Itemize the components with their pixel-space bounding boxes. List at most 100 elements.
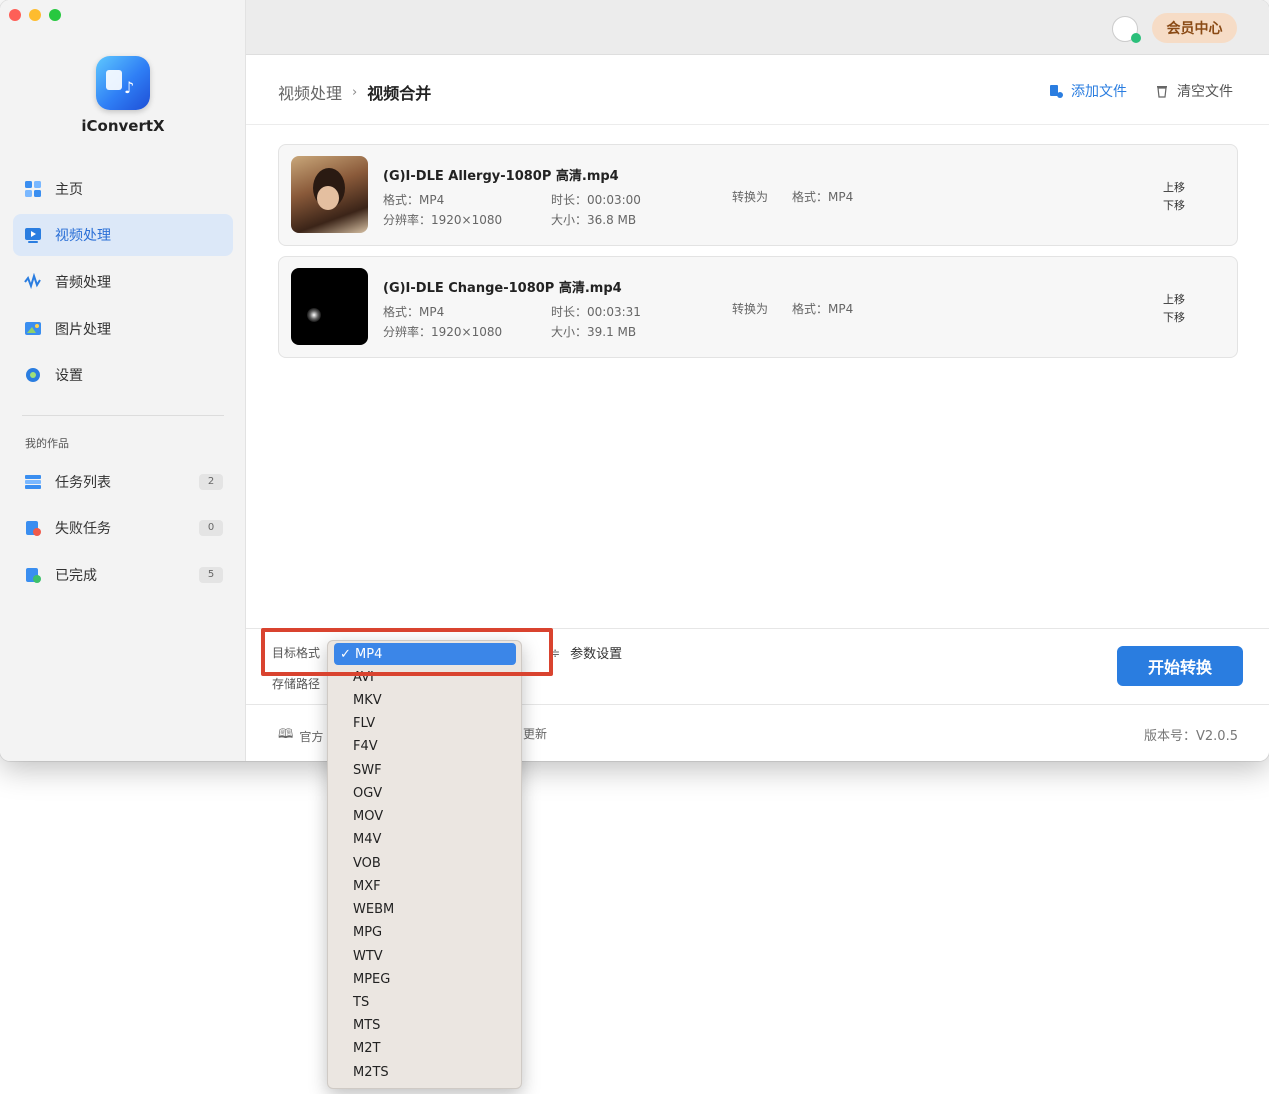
page-title: 视频合并 bbox=[367, 84, 432, 103]
storage-path-label: 存储路径 bbox=[272, 677, 321, 691]
breadcrumb-parent[interactable]: 视频处理 bbox=[278, 80, 342, 104]
dropdown-option[interactable]: F4V bbox=[353, 739, 378, 754]
official-link[interactable]: 🕮 官方 bbox=[278, 725, 323, 747]
dropdown-option[interactable]: MPEG bbox=[353, 972, 390, 987]
trash-icon bbox=[1157, 86, 1167, 98]
format-dropdown-menu: ✓ MP4 AVI MKV FLV F4V SWF OGV MOV M4V VO… bbox=[327, 640, 522, 1089]
window-controls bbox=[9, 9, 61, 21]
member-center-button[interactable]: 会员中心 bbox=[1152, 13, 1237, 43]
page-header: 视频处理 › 视频合并 添加文件 清空文件 bbox=[246, 55, 1269, 125]
dropdown-option[interactable]: VOB bbox=[353, 856, 381, 871]
file-name: (G)I-DLE Change-1080P 高清.mp4 bbox=[383, 281, 622, 296]
sidebar-item-failed-tasks[interactable]: 失败任务 0 bbox=[13, 507, 233, 549]
dropdown-option[interactable]: M2TS bbox=[353, 1065, 389, 1080]
app-logo-icon bbox=[96, 56, 150, 110]
video-processing-icon bbox=[23, 225, 43, 245]
zoom-window-button[interactable] bbox=[49, 9, 61, 21]
dropdown-option[interactable]: SWF bbox=[353, 763, 382, 778]
start-convert-button[interactable]: 开始转换 bbox=[1117, 646, 1243, 686]
failed-task-icon bbox=[23, 518, 43, 538]
target-format-label: 目标格式 bbox=[272, 646, 321, 660]
param-settings-label: 参数设置 bbox=[570, 647, 623, 662]
file-format: 格式：MP4 bbox=[383, 305, 445, 319]
clear-files-label: 清空文件 bbox=[1177, 84, 1233, 100]
file-card: (G)I-DLE Change-1080P 高清.mp4 格式：MP4 时长：0… bbox=[278, 256, 1238, 358]
dropdown-option[interactable]: AVI bbox=[353, 670, 374, 685]
dropdown-option[interactable]: MXF bbox=[353, 879, 381, 894]
dropdown-option[interactable]: MKV bbox=[353, 693, 382, 708]
book-icon: 🕮 bbox=[278, 727, 294, 742]
task-count-badge: 2 bbox=[199, 474, 223, 490]
app-name: iConvertX bbox=[81, 117, 165, 135]
video-thumbnail bbox=[291, 268, 368, 345]
dropdown-option[interactable]: M4V bbox=[353, 832, 381, 847]
file-duration: 时长：00:03:31 bbox=[551, 305, 641, 319]
add-files-button[interactable]: 添加文件 bbox=[1049, 81, 1127, 101]
sidebar-item-label: 任务列表 bbox=[55, 475, 111, 491]
sidebar-item-label: 失败任务 bbox=[55, 521, 111, 537]
dropdown-option[interactable]: WTV bbox=[353, 949, 383, 964]
file-duration: 时长：00:03:00 bbox=[551, 193, 641, 207]
add-files-label: 添加文件 bbox=[1071, 84, 1127, 100]
home-icon bbox=[23, 179, 43, 199]
file-card: (G)I-DLE Allergy-1080P 高清.mp4 格式：MP4 时长：… bbox=[278, 144, 1238, 246]
dropdown-option[interactable]: MOV bbox=[353, 809, 383, 824]
user-avatar[interactable] bbox=[1112, 16, 1141, 43]
sidebar-item-video-processing[interactable]: 视频处理 bbox=[13, 214, 233, 256]
target-format[interactable]: 格式：MP4 bbox=[792, 188, 853, 205]
add-file-icon bbox=[1050, 85, 1063, 98]
convert-to-label: 转换为 bbox=[732, 302, 769, 316]
sidebar-item-image-processing[interactable]: 图片处理 bbox=[13, 308, 233, 350]
dropdown-option[interactable]: OGV bbox=[353, 786, 382, 801]
sidebar: iConvertX 主页 视频处理 音频处理 图片处理 bbox=[0, 0, 246, 761]
file-size: 大小：39.1 MB bbox=[551, 325, 637, 339]
dropdown-option[interactable]: TS bbox=[353, 995, 369, 1010]
sliders-icon: ≑ bbox=[550, 645, 561, 660]
failed-count-badge: 0 bbox=[199, 520, 223, 536]
move-down-button[interactable]: 下移 bbox=[1163, 309, 1185, 325]
dropdown-option[interactable]: FLV bbox=[353, 716, 375, 731]
my-works-title: 我的作品 bbox=[25, 437, 69, 450]
move-down-button[interactable]: 下移 bbox=[1163, 197, 1185, 213]
completed-count-badge: 5 bbox=[199, 567, 223, 583]
dropdown-option[interactable]: MPG bbox=[353, 925, 382, 940]
target-format[interactable]: 格式：MP4 bbox=[792, 300, 853, 317]
official-link-label: 官方 bbox=[299, 729, 324, 744]
clear-files-button[interactable]: 清空文件 bbox=[1155, 81, 1233, 101]
bottom-divider bbox=[246, 628, 1269, 629]
move-up-button[interactable]: 上移 bbox=[1163, 291, 1185, 307]
task-list-icon bbox=[23, 472, 43, 492]
sidebar-item-label: 音频处理 bbox=[55, 275, 111, 291]
top-bar: 会员中心 bbox=[246, 0, 1269, 55]
file-format: 格式：MP4 bbox=[383, 193, 445, 207]
version-label: 版本号：V2.0.5 bbox=[1144, 729, 1238, 744]
move-up-button[interactable]: 上移 bbox=[1163, 179, 1185, 195]
dropdown-option[interactable]: WEBM bbox=[353, 902, 394, 917]
image-icon bbox=[23, 319, 43, 339]
close-window-button[interactable] bbox=[9, 9, 21, 21]
sidebar-item-home[interactable]: 主页 bbox=[13, 168, 233, 210]
param-settings-button[interactable]: ≑ 参数设置 bbox=[550, 643, 623, 663]
minimize-window-button[interactable] bbox=[29, 9, 41, 21]
app-window: iConvertX 主页 视频处理 音频处理 图片处理 bbox=[0, 0, 1269, 761]
file-resolution: 分辨率：1920×1080 bbox=[383, 213, 503, 227]
sidebar-item-task-list[interactable]: 任务列表 2 bbox=[13, 461, 233, 503]
convert-to-label: 转换为 bbox=[732, 190, 769, 204]
breadcrumb: 视频处理 › 视频合并 bbox=[278, 80, 431, 104]
sidebar-item-audio-processing[interactable]: 音频处理 bbox=[13, 261, 233, 303]
sidebar-item-label: 设置 bbox=[55, 368, 83, 384]
update-link[interactable]: 更新 bbox=[523, 725, 547, 742]
dropdown-option[interactable]: MTS bbox=[353, 1018, 380, 1033]
file-size: 大小：36.8 MB bbox=[551, 213, 637, 227]
sidebar-item-label: 主页 bbox=[55, 182, 83, 198]
sidebar-item-label: 视频处理 bbox=[55, 228, 111, 244]
sidebar-item-completed[interactable]: 已完成 5 bbox=[13, 554, 233, 596]
sidebar-divider bbox=[22, 415, 224, 416]
completed-icon bbox=[23, 565, 43, 585]
breadcrumb-separator: › bbox=[352, 84, 358, 100]
sidebar-item-settings[interactable]: 设置 bbox=[13, 354, 233, 396]
dropdown-option[interactable]: M2T bbox=[353, 1041, 380, 1056]
file-name: (G)I-DLE Allergy-1080P 高清.mp4 bbox=[383, 169, 619, 184]
dropdown-option-selected[interactable]: ✓ MP4 bbox=[334, 643, 516, 665]
video-thumbnail bbox=[291, 156, 368, 233]
